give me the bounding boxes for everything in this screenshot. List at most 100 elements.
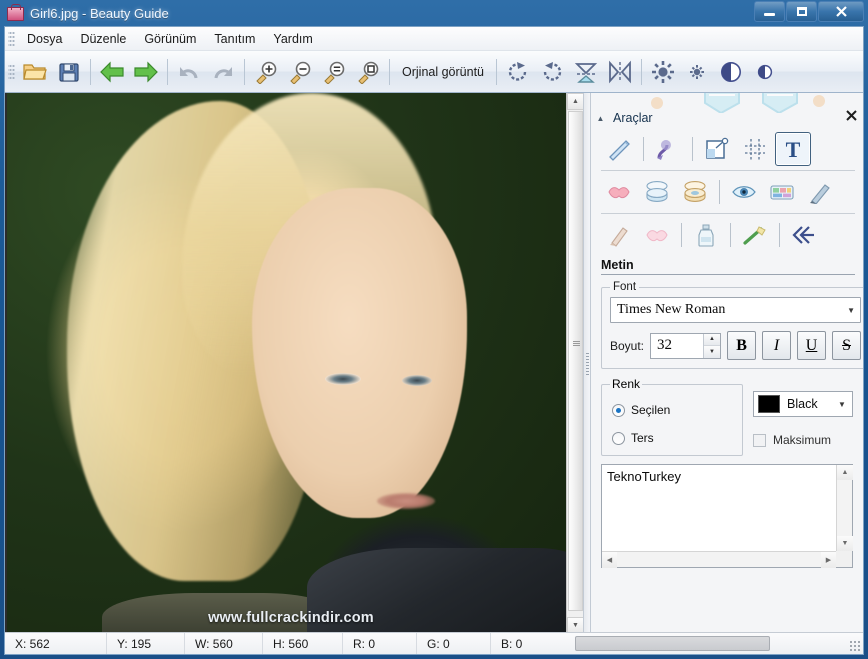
tool-eyeliner-pencil[interactable] [802, 175, 838, 209]
tool-text[interactable]: T [775, 132, 811, 166]
spinner-down-icon[interactable]: ▼ [704, 346, 721, 358]
undo-button[interactable] [172, 54, 206, 90]
tool-undo-effect[interactable] [786, 218, 822, 252]
tool-separator-3a [681, 223, 682, 247]
scroll-left-arrow-icon[interactable]: ◀ [602, 552, 617, 568]
flip-vertical-button[interactable] [569, 54, 603, 90]
tool-skin-whitening[interactable] [688, 218, 724, 252]
tool-lipgloss[interactable] [639, 218, 675, 252]
minimize-button[interactable] [754, 1, 785, 22]
font-family-dropdown[interactable]: Times New Roman ▼ [610, 297, 862, 323]
status-y: Y: 195 [107, 632, 185, 654]
flip-horizontal-button[interactable] [603, 54, 637, 90]
photo-lips [377, 493, 435, 509]
radio-ters-label: Ters [631, 431, 654, 445]
tool-separator-2a [719, 180, 720, 204]
radio-secilen-label: Seçilen [631, 403, 671, 417]
zoom-actual-size-icon [324, 61, 345, 84]
toolbar-separator-6 [641, 58, 642, 85]
redo-button[interactable] [206, 54, 240, 90]
tool-foundation[interactable] [601, 218, 637, 252]
maksimum-label: Maksimum [773, 433, 832, 447]
font-size-value[interactable]: 32 [651, 334, 703, 358]
photo-girl6[interactable] [7, 93, 583, 634]
image-canvas[interactable]: www.fullcrackindir.com ▲ ▼ [5, 93, 583, 634]
tool-transform[interactable] [737, 132, 773, 166]
strikethrough-button[interactable]: S [832, 331, 862, 360]
tool-eye[interactable] [726, 175, 762, 209]
brightness-increase-button[interactable] [646, 54, 680, 90]
spinner-up-icon[interactable]: ▲ [704, 333, 721, 346]
zoom-in-button[interactable] [249, 54, 283, 90]
contrast-decrease-button[interactable] [748, 54, 782, 90]
textarea-vertical-scrollbar[interactable]: ▲ ▼ [836, 465, 853, 551]
lips-icon [608, 187, 630, 199]
menu-dosya[interactable]: Dosya [18, 29, 71, 49]
canvas-scroll-thumb[interactable] [568, 111, 583, 611]
canvas-vertical-scrollbar[interactable]: ▲ ▼ [566, 93, 583, 634]
photo-eye-right [402, 375, 432, 386]
scroll-up-arrow-icon[interactable]: ▲ [567, 93, 583, 110]
maximize-button[interactable] [786, 1, 817, 22]
menu-yardim[interactable]: Yardım [264, 29, 321, 49]
eye-icon [732, 186, 756, 198]
zoom-actual-size-button[interactable] [317, 54, 351, 90]
rotate-counterclockwise-button[interactable] [535, 54, 569, 90]
tool-separator-1a [643, 137, 644, 161]
chevron-up-icon[interactable]: ▲ [593, 111, 608, 126]
brightness-decrease-icon [690, 64, 704, 79]
tool-wand[interactable] [601, 132, 637, 166]
photo-eye-left [325, 373, 361, 385]
window-controls [754, 1, 864, 22]
toolbar-drag-grip[interactable] [8, 62, 15, 81]
open-button[interactable] [18, 54, 52, 90]
color-dropdown[interactable]: Black ▼ [753, 391, 853, 417]
rotate-counterclockwise-icon [543, 61, 562, 81]
menu-duzenle[interactable]: Düzenle [71, 29, 135, 49]
original-image-button[interactable]: Orjinal görüntü [394, 61, 492, 83]
tool-lips[interactable] [601, 175, 637, 209]
scroll-up-arrow-icon[interactable]: ▲ [837, 465, 853, 480]
menu-gorunum[interactable]: Görünüm [135, 29, 205, 49]
scroll-right-arrow-icon[interactable]: ▶ [821, 552, 836, 568]
bold-button[interactable]: B [727, 331, 757, 360]
zoom-out-button[interactable] [283, 54, 317, 90]
scroll-down-arrow-icon[interactable]: ▼ [837, 536, 853, 551]
wand-icon [609, 140, 630, 161]
blush-compact-icon [684, 181, 706, 202]
tool-brush[interactable] [650, 132, 686, 166]
text-input-area[interactable]: TeknoTurkey ▲ ▼ ◀ ▶ [601, 464, 853, 568]
tool-blush[interactable] [677, 175, 713, 209]
italic-button[interactable]: I [762, 331, 792, 360]
back-button[interactable] [95, 54, 129, 90]
resize-grip[interactable] [849, 640, 861, 652]
tool-crop[interactable] [699, 132, 735, 166]
pencil-icon [810, 184, 830, 204]
menu-drag-grip[interactable] [8, 29, 15, 48]
menu-tanitim[interactable]: Tanıtım [205, 29, 264, 49]
radio-ters[interactable]: Ters [612, 431, 734, 445]
panel-splitter[interactable] [583, 93, 591, 634]
text-content[interactable]: TeknoTurkey [607, 469, 832, 549]
tool-separator-3c [779, 223, 780, 247]
underline-button[interactable]: U [797, 331, 827, 360]
renk-area: Renk Seçilen Ters Black ▼ Maksimum [601, 377, 853, 456]
tool-divider-1 [601, 170, 855, 171]
save-button[interactable] [52, 54, 86, 90]
font-size-stepper[interactable]: 32 ▲ ▼ [650, 332, 722, 359]
tool-eyeshadow[interactable] [764, 175, 800, 209]
toothbrush-icon [743, 226, 766, 245]
textarea-horizontal-scrollbar[interactable]: ◀ ▶ [602, 551, 836, 568]
close-x-icon[interactable] [846, 110, 857, 123]
zoom-fit-window-button[interactable] [351, 54, 385, 90]
close-button[interactable] [818, 1, 864, 22]
forward-button[interactable] [129, 54, 163, 90]
tools-panel-title: Araçlar [613, 111, 653, 125]
radio-secilen[interactable]: Seçilen [612, 403, 734, 417]
rotate-clockwise-button[interactable] [501, 54, 535, 90]
tool-powder[interactable] [639, 175, 675, 209]
brightness-decrease-button[interactable] [680, 54, 714, 90]
tool-teeth-whitening[interactable] [737, 218, 773, 252]
contrast-increase-button[interactable] [714, 54, 748, 90]
contrast-decrease-icon [757, 64, 773, 79]
